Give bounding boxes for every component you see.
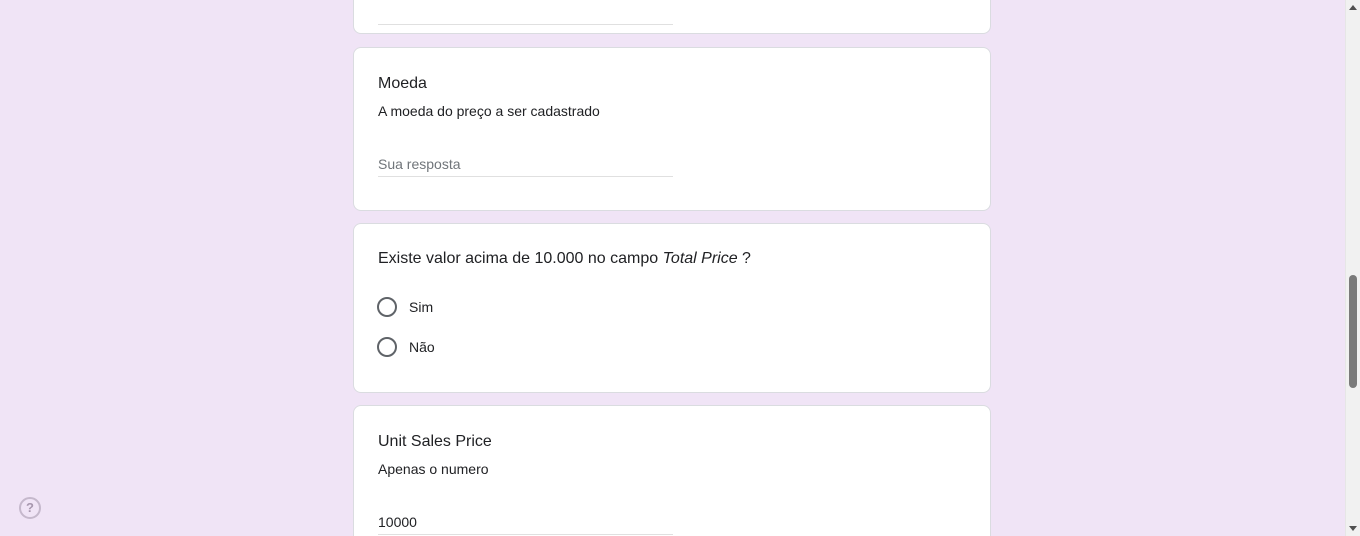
question-card-unit-sales-price: Unit Sales Price Apenas o numero 10000 bbox=[353, 405, 991, 536]
question-title: Existe valor acima de 10.000 no campo To… bbox=[378, 249, 751, 269]
radio-label: Sim bbox=[409, 299, 434, 315]
radio-button-icon[interactable] bbox=[377, 337, 397, 357]
radio-option-sim[interactable]: Sim bbox=[377, 296, 433, 318]
question-description: A moeda do preço a ser cadastrado bbox=[378, 103, 600, 119]
radio-option-nao[interactable]: Não bbox=[377, 336, 435, 358]
question-title-suffix: ? bbox=[737, 250, 751, 267]
answer-input-moeda[interactable]: Sua resposta bbox=[378, 153, 673, 177]
scroll-down-arrow-icon[interactable] bbox=[1349, 526, 1357, 531]
question-card-moeda: Moeda A moeda do preço a ser cadastrado … bbox=[353, 47, 991, 211]
question-title-prefix: Existe valor acima de 10.000 no campo bbox=[378, 250, 663, 267]
scroll-up-arrow-icon[interactable] bbox=[1349, 5, 1357, 10]
scrollbar-thumb[interactable] bbox=[1349, 275, 1357, 388]
question-card-previous bbox=[353, 0, 991, 34]
vertical-scrollbar[interactable] bbox=[1345, 0, 1360, 536]
radio-button-icon[interactable] bbox=[377, 297, 397, 317]
form-page: Moeda A moeda do preço a ser cadastrado … bbox=[0, 0, 1360, 536]
question-title: Unit Sales Price bbox=[378, 433, 492, 450]
question-title-field: Total Price bbox=[662, 250, 738, 267]
answer-input-unit-sales-price[interactable]: 10000 bbox=[378, 511, 673, 535]
question-card-total-price: Existe valor acima de 10.000 no campo To… bbox=[353, 223, 991, 393]
question-title: Moeda bbox=[378, 75, 427, 92]
question-description: Apenas o numero bbox=[378, 461, 489, 477]
answer-field-previous[interactable] bbox=[378, 1, 673, 25]
radio-label: Não bbox=[409, 339, 435, 355]
help-icon[interactable]: ? bbox=[19, 497, 41, 519]
